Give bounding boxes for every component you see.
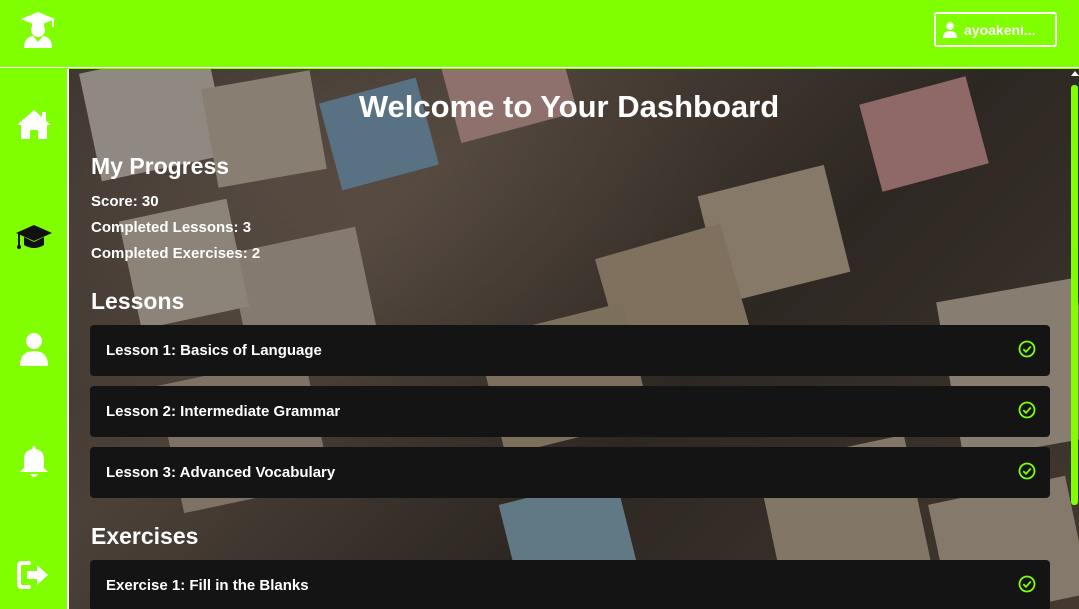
completed-lessons-stat: Completed Lessons: 3: [91, 219, 252, 236]
progress-heading: My Progress: [91, 153, 230, 179]
main-content: Welcome to Your Dashboard My Progress Sc…: [69, 69, 1079, 609]
check-circle-icon: [1018, 462, 1036, 480]
check-circle-icon: [1018, 401, 1036, 419]
sidebar-item-logout[interactable]: [0, 550, 67, 600]
lesson-card[interactable]: Lesson 1: Basics of Language: [90, 325, 1050, 376]
check-circle-icon: [1018, 575, 1036, 593]
graduate-icon[interactable]: [20, 11, 56, 49]
user-icon: [19, 333, 48, 366]
exercises-heading: Exercises: [91, 523, 199, 549]
completed-exercises-stat: Completed Exercises: 2: [91, 245, 261, 262]
lesson-card[interactable]: Lesson 2: Intermediate Grammar: [90, 386, 1050, 437]
lesson-title: Lesson 1: Basics of Language: [106, 342, 322, 359]
username-label: ayoakeni...: [964, 21, 1036, 38]
bell-icon: [19, 446, 48, 477]
sidebar-item-profile[interactable]: [0, 324, 67, 374]
scroll-up-arrow-icon[interactable]: [1071, 71, 1079, 76]
check-circle-icon: [1018, 340, 1036, 358]
sidebar: [0, 69, 69, 609]
user-menu-button[interactable]: ayoakeni...: [934, 12, 1057, 47]
exercise-card[interactable]: Exercise 1: Fill in the Blanks: [90, 560, 1050, 609]
logout-icon: [16, 561, 48, 589]
sidebar-item-notifications[interactable]: [0, 437, 67, 487]
exercise-title: Exercise 1: Fill in the Blanks: [106, 577, 309, 594]
lessons-heading: Lessons: [91, 288, 185, 314]
lesson-title: Lesson 3: Advanced Vocabulary: [106, 464, 336, 481]
score-stat: Score: 30: [91, 193, 159, 210]
sidebar-item-courses[interactable]: [0, 212, 67, 262]
user-icon: [943, 21, 957, 38]
scrollbar-thumb[interactable]: [1071, 85, 1078, 505]
home-icon: [16, 110, 51, 139]
scrollbar[interactable]: [1069, 69, 1079, 609]
graduation-cap-icon: [15, 225, 52, 249]
page-title: Welcome to Your Dashboard: [358, 89, 780, 124]
lesson-card[interactable]: Lesson 3: Advanced Vocabulary: [90, 447, 1050, 498]
top-bar: ayoakeni...: [0, 0, 1079, 68]
sidebar-item-home[interactable]: [0, 100, 67, 150]
lesson-title: Lesson 2: Intermediate Grammar: [106, 403, 341, 420]
dashboard-content: Welcome to Your Dashboard My Progress Sc…: [69, 69, 1079, 609]
